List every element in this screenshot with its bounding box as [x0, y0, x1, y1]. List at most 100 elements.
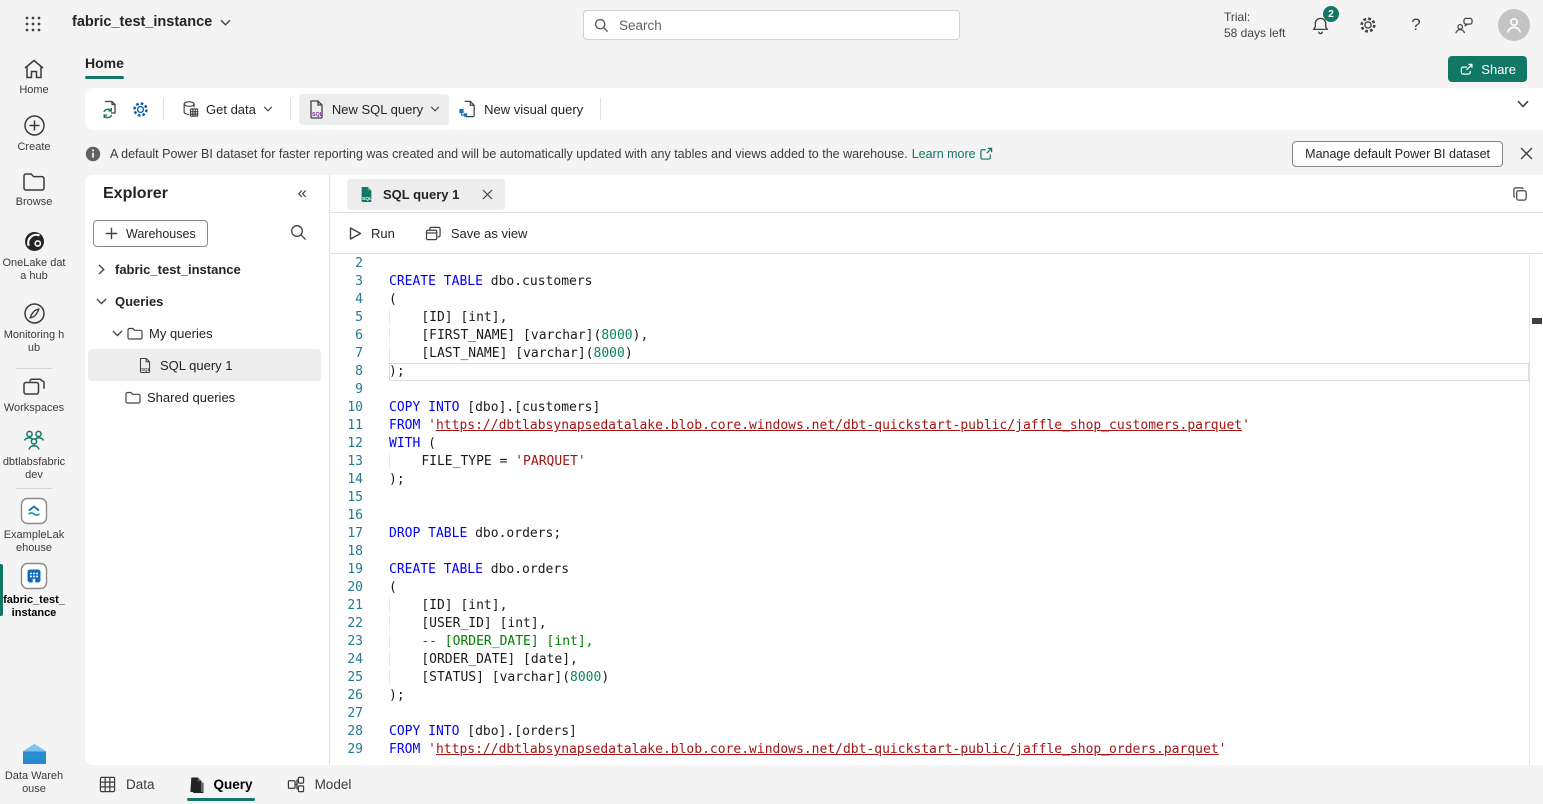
tree-item-my-queries[interactable]: My queries: [85, 317, 329, 349]
refresh-document-icon[interactable]: [95, 94, 125, 124]
line-number: 3: [330, 273, 363, 291]
tab-query[interactable]: Query: [189, 765, 253, 804]
code-line[interactable]: 19CREATE TABLE dbo.orders: [330, 561, 1529, 579]
line-number: 24: [330, 651, 363, 669]
scrollbar-thumb[interactable]: [1532, 318, 1542, 324]
code-line[interactable]: 12WITH (: [330, 435, 1529, 453]
save-as-view-button[interactable]: Save as view: [425, 226, 528, 241]
nav-data-warehouse[interactable]: Data Warehouse: [0, 742, 68, 796]
global-search: [583, 10, 960, 40]
line-number: 29: [330, 741, 363, 759]
editor-scrollbar[interactable]: [1529, 255, 1543, 765]
nav-workspace-dbtlabsfabricdev[interactable]: dbtlabsfabricdev: [0, 428, 68, 482]
line-number: 25: [330, 669, 363, 687]
tree-item-sql-query-1[interactable]: SQL SQL query 1: [88, 349, 321, 381]
tab-home[interactable]: Home: [85, 55, 124, 79]
editor-tab-bar: SQL SQL query 1: [330, 175, 1543, 213]
waffle-menu-icon[interactable]: [24, 15, 42, 33]
learn-more-link[interactable]: Learn more: [912, 147, 993, 161]
code-line[interactable]: 25 [STATUS] [varchar](8000): [330, 669, 1529, 687]
line-number: 17: [330, 525, 363, 543]
code-line[interactable]: 26);: [330, 687, 1529, 705]
explorer-panel: Explorer « Warehouses fabric_test_instan…: [85, 175, 330, 765]
code-line[interactable]: 28COPY INTO [dbo].[orders]: [330, 723, 1529, 741]
line-number: 12: [330, 435, 363, 453]
notifications-bell-icon[interactable]: 2: [1308, 13, 1332, 37]
left-nav-rail: Home Create Browse OneLake data hub Moni…: [0, 50, 68, 804]
svg-text:SQL: SQL: [141, 367, 151, 372]
code-line[interactable]: 13 FILE_TYPE = 'PARQUET': [330, 453, 1529, 471]
share-button[interactable]: Share: [1448, 56, 1527, 82]
workspace-switcher[interactable]: fabric_test_instance: [72, 14, 231, 30]
tab-model[interactable]: Model: [287, 765, 352, 804]
line-number: 7: [330, 345, 363, 363]
code-line[interactable]: 22 [USER_ID] [int],: [330, 615, 1529, 633]
line-number: 2: [330, 255, 363, 273]
nav-home[interactable]: Home: [0, 58, 68, 97]
code-line[interactable]: 3CREATE TABLE dbo.customers: [330, 273, 1529, 291]
query-tab[interactable]: SQL SQL query 1: [347, 179, 505, 210]
explorer-search-icon[interactable]: [290, 224, 307, 241]
new-sql-query-button[interactable]: SQL New SQL query: [299, 94, 449, 125]
folder-icon: [127, 327, 143, 340]
toolbar-divider: [600, 98, 601, 120]
code-line[interactable]: 27: [330, 705, 1529, 723]
nav-browse[interactable]: Browse: [0, 172, 68, 209]
tree-item-shared-queries[interactable]: Shared queries: [85, 381, 329, 413]
ribbon-tab-row: Home Share: [0, 50, 1543, 88]
line-number: 16: [330, 507, 363, 525]
code-line[interactable]: 29FROM 'https://dbtlabsynapsedatalake.bl…: [330, 741, 1529, 759]
settings-gear-icon[interactable]: [1356, 13, 1380, 37]
code-area[interactable]: 23CREATE TABLE dbo.customers4(5 [ID] [in…: [330, 255, 1529, 765]
tab-data[interactable]: Data: [99, 765, 155, 804]
nav-item-fabric-test-instance[interactable]: fabric_test_instance: [0, 562, 68, 620]
feedback-icon[interactable]: [1451, 13, 1475, 37]
code-line[interactable]: 15: [330, 489, 1529, 507]
nav-create[interactable]: Create: [0, 114, 68, 154]
code-line[interactable]: 17DROP TABLE dbo.orders;: [330, 525, 1529, 543]
code-line[interactable]: 20(: [330, 579, 1529, 597]
code-line[interactable]: 11FROM 'https://dbtlabsynapsedatalake.bl…: [330, 417, 1529, 435]
tree-item-queries[interactable]: Queries: [85, 285, 329, 317]
tree-item-warehouse[interactable]: fabric_test_instance: [85, 253, 329, 285]
code-line[interactable]: 7 [LAST_NAME] [varchar](8000): [330, 345, 1529, 363]
code-line[interactable]: 9: [330, 381, 1529, 399]
sql-editor: SQL SQL query 1: [330, 175, 1543, 765]
help-icon[interactable]: ?: [1404, 13, 1428, 37]
settings-icon[interactable]: [125, 94, 155, 124]
code-line[interactable]: 16: [330, 507, 1529, 525]
sql-file-icon: SQL: [137, 357, 153, 374]
banner-close-icon[interactable]: [1511, 139, 1541, 169]
code-line[interactable]: 4(: [330, 291, 1529, 309]
code-line[interactable]: 10COPY INTO [dbo].[customers]: [330, 399, 1529, 417]
code-line[interactable]: 14);: [330, 471, 1529, 489]
code-line[interactable]: 18: [330, 543, 1529, 561]
code-line[interactable]: 5 [ID] [int],: [330, 309, 1529, 327]
run-button[interactable]: Run: [349, 226, 395, 241]
get-data-button[interactable]: Get data: [172, 94, 282, 124]
line-number: 9: [330, 381, 363, 399]
code-line[interactable]: 2: [330, 255, 1529, 273]
search-input[interactable]: [617, 17, 949, 34]
code-line[interactable]: 24 [ORDER_DATE] [date],: [330, 651, 1529, 669]
add-warehouses-button[interactable]: Warehouses: [93, 220, 208, 247]
copy-icon[interactable]: [1512, 186, 1529, 203]
nav-workspaces[interactable]: Workspaces: [0, 377, 68, 415]
user-avatar[interactable]: [1498, 9, 1530, 41]
manage-default-dataset-button[interactable]: Manage default Power BI dataset: [1292, 141, 1503, 167]
code-line[interactable]: 8);: [330, 363, 1529, 381]
code-line[interactable]: 21 [ID] [int],: [330, 597, 1529, 615]
play-icon: [349, 226, 362, 241]
collapse-explorer-icon[interactable]: «: [298, 183, 307, 203]
svg-text:SQL: SQL: [362, 196, 372, 202]
nav-monitoring-hub[interactable]: Monitoring hub: [0, 302, 68, 355]
rail-divider: [16, 368, 52, 369]
close-tab-icon[interactable]: [482, 189, 493, 200]
code-line[interactable]: 6 [FIRST_NAME] [varchar](8000),: [330, 327, 1529, 345]
nav-onelake-data-hub[interactable]: OneLake data hub: [0, 230, 68, 283]
nav-item-examplelakehouse[interactable]: ExampleLakehouse: [0, 497, 68, 555]
new-visual-query-button[interactable]: New visual query: [449, 94, 592, 125]
ribbon-collapse-chevron-icon[interactable]: [1517, 100, 1529, 108]
query-action-bar: Run Save as view: [330, 213, 1543, 254]
code-line[interactable]: 23 -- [ORDER_DATE] [int],: [330, 633, 1529, 651]
